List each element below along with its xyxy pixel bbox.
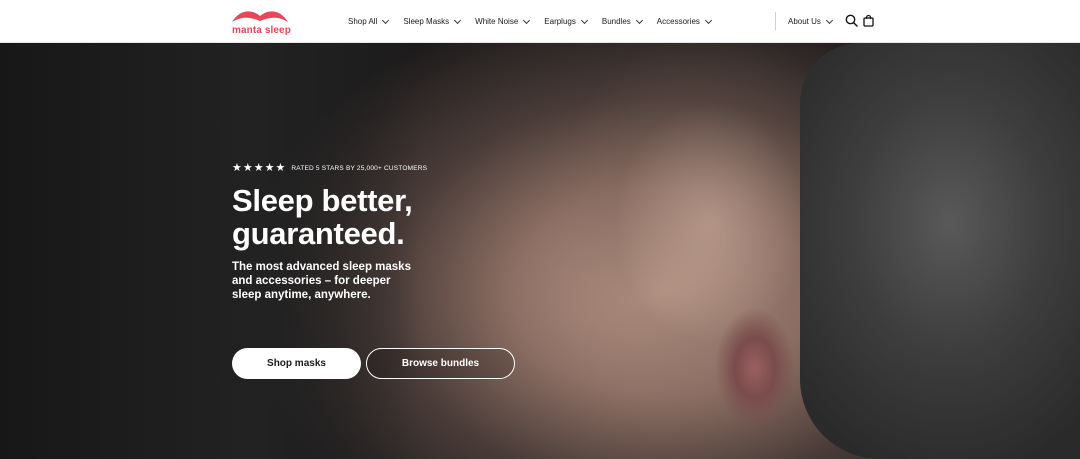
nav-item-white-noise[interactable]: White Noise [475,16,531,26]
nav-divider [775,12,776,30]
browse-bundles-button[interactable]: Browse bundles [366,348,515,379]
nav-item-about-us[interactable]: About Us [788,0,833,43]
headline-line-1: Sleep better, [232,183,413,218]
hero-section: ★ ★ ★ ★ ★ RATED 5 STARS BY 25,000+ CUSTO… [0,43,1080,459]
rating-text: RATED 5 STARS BY 25,000+ CUSTOMERS [291,165,428,172]
nav-item-label: Shop All [348,17,378,26]
manta-logo-icon [232,11,288,22]
chevron-down-icon [825,16,833,24]
chevron-down-icon [523,16,531,24]
main-nav: Shop All Sleep Masks White Noise Earplug… [348,0,712,43]
nav-item-label: Bundles [601,17,631,26]
chevron-down-icon [704,16,712,24]
hero-content: ★ ★ ★ ★ ★ RATED 5 STARS BY 25,000+ CUSTO… [232,163,552,379]
hero-image-face [540,43,840,459]
nav-item-shop-all[interactable]: Shop All [348,16,390,26]
hero-headline: Sleep better, guaranteed. [232,184,552,250]
nav-item-label: About Us [788,17,821,26]
nav-item-label: Earplugs [544,17,576,26]
star-icon: ★ [264,162,275,174]
star-icon: ★ [275,162,286,174]
bag-icon[interactable] [862,14,876,28]
site-header: manta sleep Shop All Sleep Masks White N… [0,0,1080,43]
chevron-down-icon [382,16,390,24]
nav-item-label: Accessories [656,17,700,26]
brand-name: manta sleep [232,25,291,36]
nav-item-label: White Noise [475,17,519,26]
shop-masks-button[interactable]: Shop masks [232,348,361,379]
star-icon: ★ [242,162,253,174]
nav-item-accessories[interactable]: Accessories [656,16,712,26]
hero-buttons: Shop masks Browse bundles [232,348,515,379]
search-icon[interactable] [845,14,859,28]
star-icon: ★ [253,162,264,174]
chevron-down-icon [454,16,462,24]
nav-item-sleep-masks[interactable]: Sleep Masks [403,16,462,26]
chevron-down-icon [635,16,643,24]
nav-item-bundles[interactable]: Bundles [601,16,643,26]
headline-line-2: guaranteed. [232,216,405,251]
star-icon: ★ [232,162,242,174]
nav-item-label: Sleep Masks [403,17,450,26]
hero-image-detail [715,308,795,428]
hero-subtext: The most advanced sleep masks and access… [232,261,411,301]
rating-row: ★ ★ ★ ★ ★ RATED 5 STARS BY 25,000+ CUSTO… [232,163,552,174]
star-rating: ★ ★ ★ ★ ★ [232,163,285,174]
brand-logo[interactable]: manta sleep [230,7,291,37]
nav-item-earplugs[interactable]: Earplugs [544,16,588,26]
hero-image-hood [800,43,1080,459]
chevron-down-icon [580,16,588,24]
